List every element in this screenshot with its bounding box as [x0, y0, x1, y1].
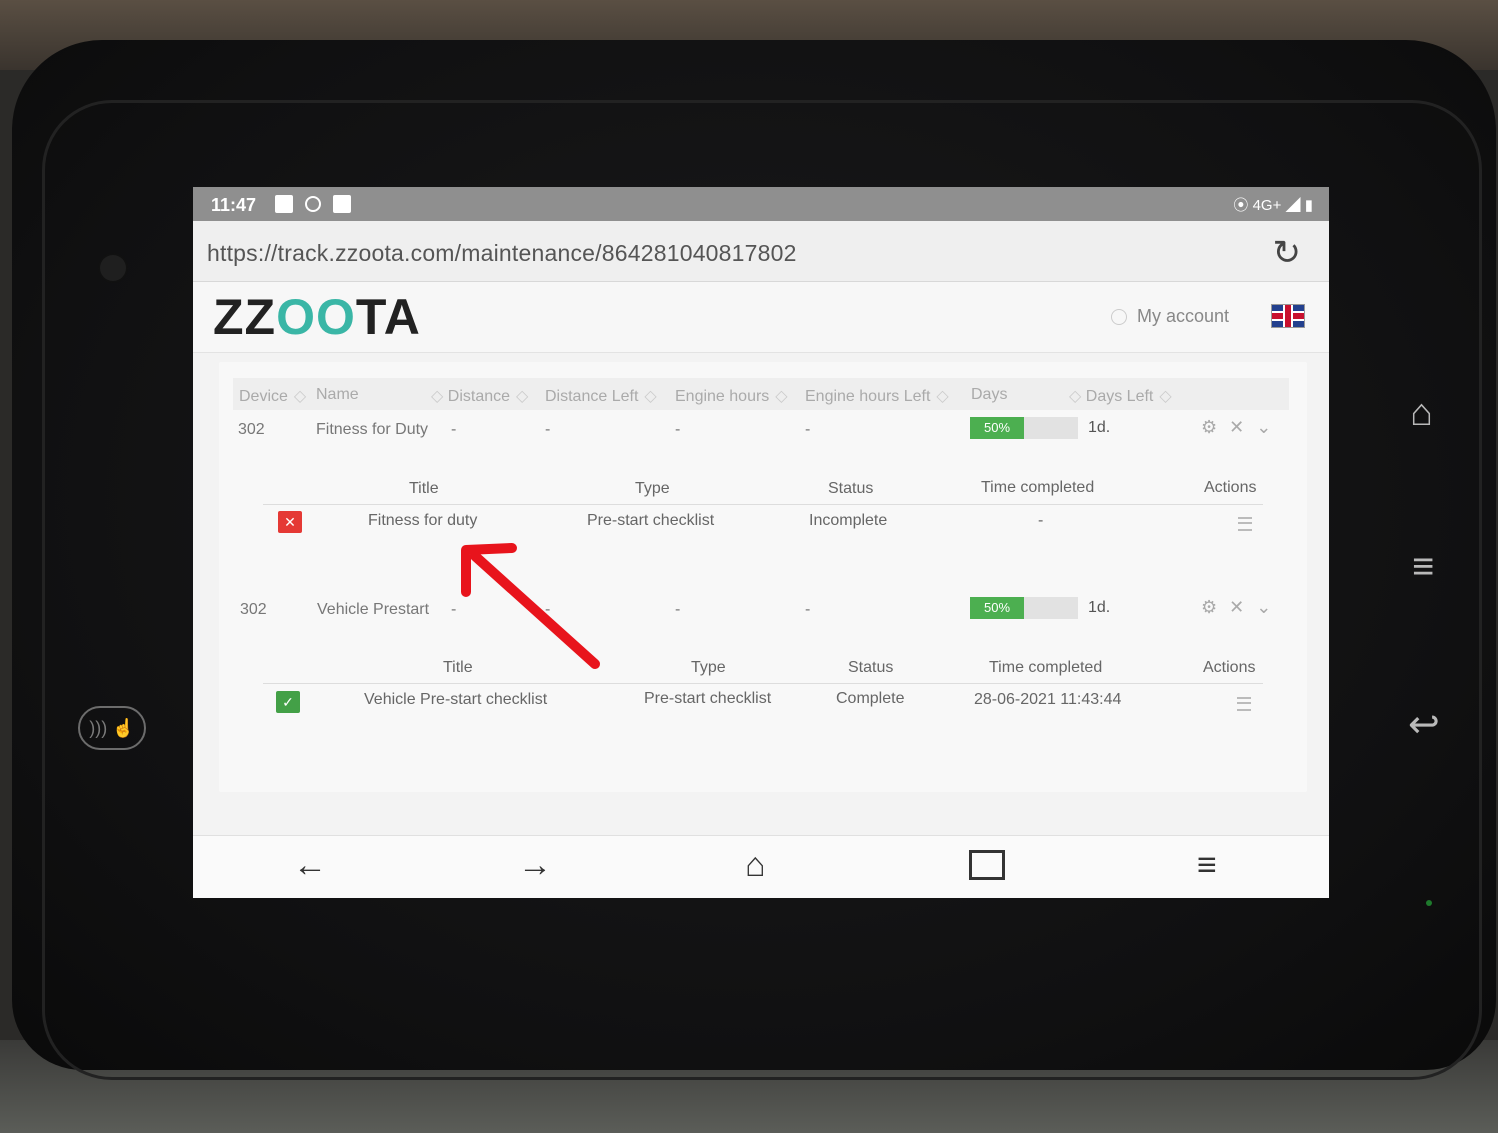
annotation-arrow: [461, 543, 600, 669]
